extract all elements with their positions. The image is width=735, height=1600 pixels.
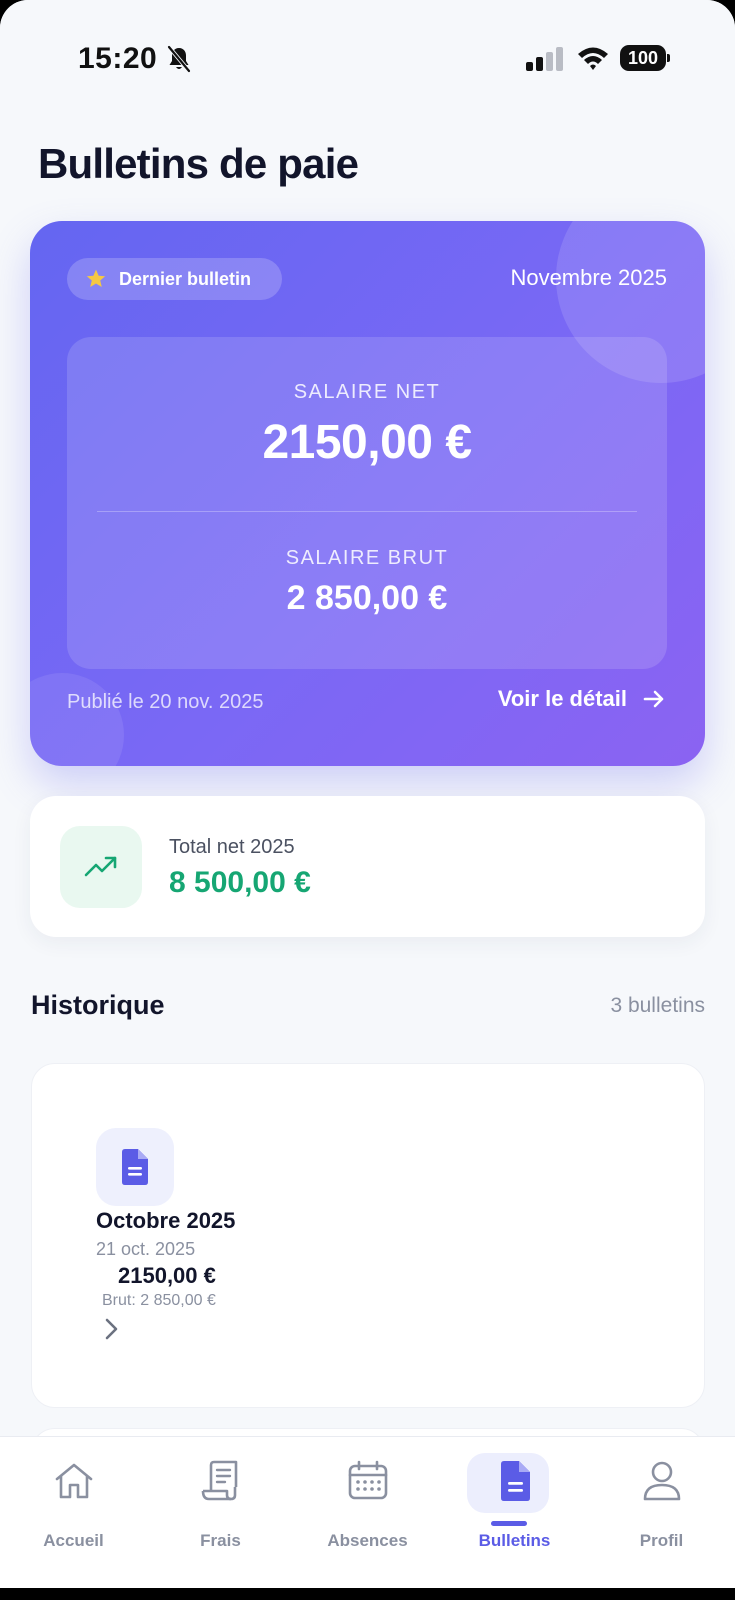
view-detail-label: Voir le détail	[497, 686, 627, 711]
bottom-tab-bar: Accueil Frais Absences Bulletins Profil	[0, 1436, 735, 1600]
trend-icon-container	[60, 826, 142, 908]
app-screen: 15:20 100 Bulletins de paie Dernier bull…	[0, 0, 735, 1600]
divider	[97, 511, 637, 512]
net-salary-label: SALAIRE NET	[293, 381, 441, 403]
bell-slash-icon	[167, 45, 191, 73]
latest-badge: Dernier bulletin	[67, 258, 282, 300]
tab-label: Bulletins	[478, 1531, 551, 1550]
tab-accueil[interactable]: Accueil	[0, 1437, 147, 1557]
yearly-total-card: Total net 2025 8 500,00 €	[30, 796, 705, 937]
gross-salary-value: 2 850,00 €	[286, 579, 448, 617]
tab-frais[interactable]: Frais	[147, 1437, 294, 1557]
view-detail-link[interactable]: Voir le détail	[498, 686, 667, 712]
chevron-right-icon[interactable]	[102, 1315, 122, 1343]
bulletin-list-item[interactable]: Octobre 2025 21 oct. 2025 2150,00 € Brut…	[31, 1063, 705, 1408]
wifi-icon	[578, 47, 608, 70]
battery-level: 100	[620, 45, 666, 71]
star-icon	[86, 269, 106, 287]
battery-indicator: 100	[620, 45, 670, 71]
history-count: 3 bulletins	[610, 994, 705, 1017]
published-date: Publié le 20 nov. 2025	[67, 691, 264, 713]
active-tab-indicator	[491, 1521, 527, 1526]
document-icon-container	[96, 1128, 174, 1206]
user-icon	[643, 1461, 680, 1501]
battery-tip	[667, 54, 670, 62]
gross-salary-label: SALAIRE BRUT	[285, 547, 449, 569]
screen-bottom-edge	[0, 1588, 735, 1600]
tab-label: Accueil	[43, 1531, 104, 1550]
calendar-icon	[348, 1460, 387, 1500]
page-title: Bulletins de paie	[38, 140, 359, 187]
tab-label: Absences	[327, 1531, 408, 1550]
bulletin-gross-amount: Brut: 2 850,00 €	[102, 1292, 216, 1309]
tab-absences[interactable]: Absences	[294, 1437, 441, 1557]
trending-up-icon	[84, 856, 117, 877]
tab-label: Profil	[639, 1531, 684, 1550]
bulletin-month: Novembre 2025	[510, 265, 667, 290]
yearly-total-label: Total net 2025	[169, 836, 295, 858]
status-bar: 15:20 100	[0, 0, 735, 110]
document-icon	[500, 1461, 530, 1501]
document-icon	[122, 1149, 148, 1185]
receipt-icon	[201, 1460, 237, 1501]
bulletin-month: Octobre 2025	[96, 1208, 236, 1233]
latest-bulletin-card[interactable]: Dernier bulletin Novembre 2025 SALAIRE N…	[30, 221, 705, 766]
tab-profil[interactable]: Profil	[588, 1437, 735, 1557]
yearly-total-value: 8 500,00 €	[169, 866, 311, 899]
bulletin-date: 21 oct. 2025	[96, 1239, 196, 1259]
history-title: Historique	[31, 990, 165, 1020]
bulletin-net-amount: 2150,00 €	[118, 1263, 216, 1288]
salary-panel: SALAIRE NET 2150,00 € SALAIRE BRUT 2 850…	[67, 337, 667, 669]
status-time: 15:20	[78, 42, 158, 75]
tab-label: Frais	[200, 1531, 241, 1550]
home-icon	[55, 1463, 92, 1499]
badge-label: Dernier bulletin	[119, 268, 252, 289]
decorative-circle	[30, 673, 124, 766]
arrow-right-icon	[643, 690, 664, 708]
cellular-signal-icon	[526, 47, 563, 71]
net-salary-value: 2150,00 €	[262, 416, 472, 469]
tab-bulletins[interactable]: Bulletins	[441, 1437, 588, 1557]
